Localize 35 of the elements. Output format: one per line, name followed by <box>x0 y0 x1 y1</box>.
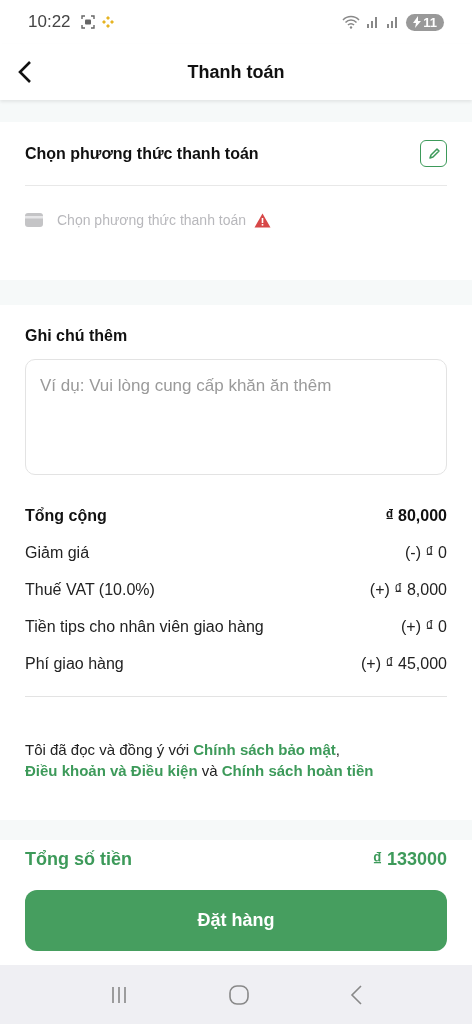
policy-link[interactable]: Điều khoản và Điều kiện <box>25 762 198 779</box>
page-title: Thanh toán <box>187 61 285 83</box>
section-heading: Chọn phương thức thanh toán <box>25 144 259 163</box>
total-label: Tổng số tiền <box>25 848 132 870</box>
home-icon[interactable] <box>229 984 249 1005</box>
screenshot-icon <box>80 15 95 29</box>
notes-label: Ghi chú thêm <box>25 327 129 345</box>
card-icon <box>25 213 43 227</box>
back-icon[interactable] <box>349 984 362 1005</box>
summary-label: Tổng cộng <box>25 506 107 525</box>
recent-apps-icon[interactable] <box>110 985 129 1004</box>
summary-label: Thuế VAT (10.0%) <box>25 580 155 599</box>
summary-label: Tiền tips cho nhân viên giao hàng <box>25 617 264 636</box>
total-value: ₫ 133000 <box>372 848 447 870</box>
diamond-icon <box>100 15 115 29</box>
edit-button[interactable] <box>420 140 447 167</box>
notes-field[interactable]: Ví dụ: Vui lòng cung cấp khăn ăn thêm <box>25 359 447 475</box>
summary-value: ₫ 80,000 <box>385 506 447 525</box>
wifi-icon <box>342 15 361 29</box>
pencil-icon <box>426 146 441 161</box>
policy-link[interactable]: Chính sách bảo mật <box>193 741 336 758</box>
warning-icon <box>254 212 272 228</box>
summary-label: Phí giao hàng <box>25 654 124 673</box>
summary-label: Giảm giá <box>25 543 90 562</box>
agreement-text: Tôi đã đọc và đồng ý với Chính sách bảo mật, Điều khoản và Điều kiện và Chính sách hoàn tiền <box>25 740 375 781</box>
summary-value: (+) ₫ 0 <box>401 617 447 636</box>
battery-indicator: 11 <box>406 13 444 31</box>
bolt-icon <box>413 16 422 28</box>
order-button[interactable]: Đặt hàng <box>25 890 447 951</box>
payment-method-placeholder[interactable]: Chọn phương thức thanh toán <box>57 212 247 228</box>
summary-value: (+) ₫ 45,000 <box>360 654 447 673</box>
policy-link[interactable]: Chính sách hoàn tiền <box>221 762 374 779</box>
summary-value: (+) ₫ 8,000 <box>369 580 447 599</box>
summary-value: (-) ₫ 0 <box>405 543 447 562</box>
status-time: 10:22 <box>28 12 71 32</box>
